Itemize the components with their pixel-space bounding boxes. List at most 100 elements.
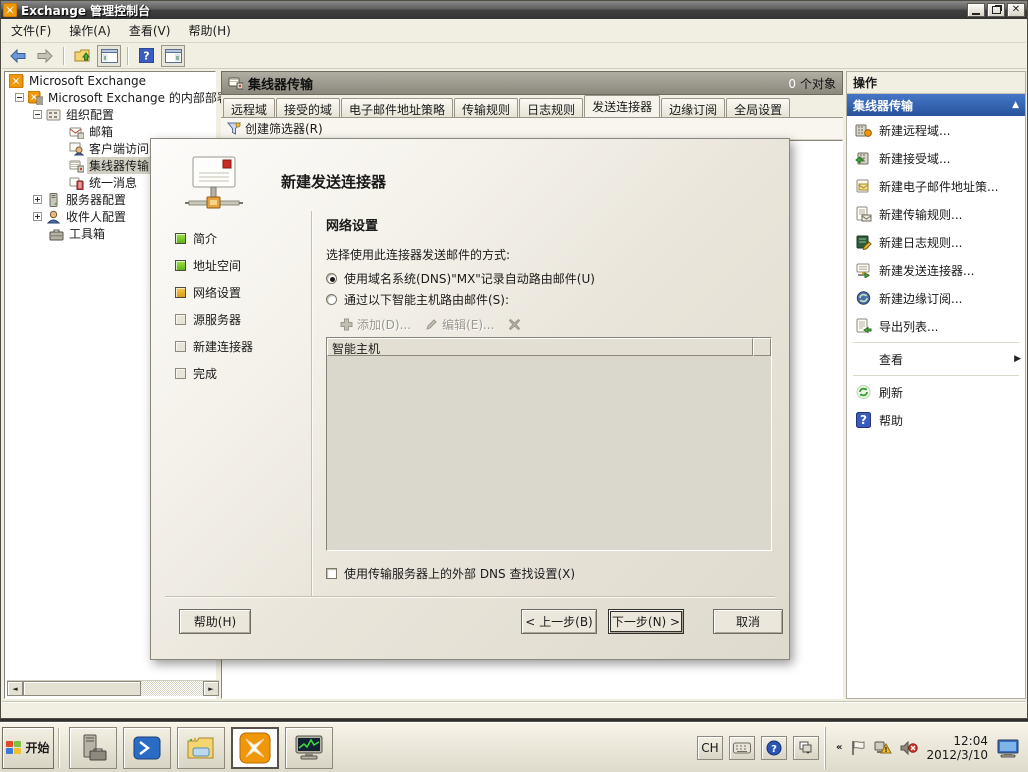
expand-icon[interactable]	[33, 195, 42, 204]
tab-email-address-policies[interactable]: 电子邮件地址策略	[341, 98, 453, 117]
step-current-icon	[175, 287, 186, 298]
show-action-pane-button[interactable]	[161, 45, 185, 67]
action-new-transport-rule[interactable]: 新建传输规则...	[847, 200, 1025, 228]
system-tray: CH ? «	[697, 727, 1026, 769]
filter-bar: 创建筛选器(R)	[221, 118, 843, 140]
menu-view[interactable]: 查看(V)	[120, 19, 180, 42]
menu-help[interactable]: 帮助(H)	[179, 19, 239, 42]
server-config-icon	[46, 193, 61, 207]
close-button[interactable]	[1007, 3, 1025, 17]
action-new-email-address-policy[interactable]: 新建电子邮件地址策...	[847, 172, 1025, 200]
language-indicator[interactable]: CH	[697, 736, 723, 760]
back-button[interactable]	[6, 45, 30, 67]
radio-unselected-icon[interactable]	[326, 294, 337, 305]
action-help[interactable]: ? 帮助	[847, 406, 1025, 434]
menu-file[interactable]: 文件(F)	[2, 19, 60, 42]
action-new-edge-subscription[interactable]: 新建边缘订阅...	[847, 284, 1025, 312]
radio-route-smart-hosts[interactable]: 通过以下智能主机路由邮件(S):	[326, 289, 772, 310]
window-title: Exchange 管理控制台	[21, 2, 150, 19]
add-smart-host-button[interactable]: 添加(D)...	[340, 316, 411, 333]
filter-funnel-icon	[227, 122, 241, 135]
new-edge-subscription-icon	[855, 290, 872, 306]
start-button[interactable]: 开始	[2, 727, 54, 769]
notification-area: « ! 12:04 2012/3/10	[825, 727, 1026, 769]
wizard-back-button[interactable]: < 上一步(B)	[521, 609, 597, 634]
scroll-right-icon[interactable]: ►	[203, 681, 219, 696]
forward-button[interactable]	[33, 45, 57, 67]
help-icon: ?	[139, 48, 154, 63]
tab-transport-rules[interactable]: 传输规则	[454, 98, 518, 117]
tab-journal-rules[interactable]: 日志规则	[519, 98, 583, 117]
taskbar-exchange-button[interactable]	[231, 727, 279, 769]
collapse-icon[interactable]	[15, 93, 24, 102]
taskbar-performance-monitor-button[interactable]	[285, 727, 333, 769]
actions-section-header[interactable]: 集线器传输 ▲	[847, 94, 1025, 116]
wizard-cancel-button[interactable]: 取消	[713, 609, 783, 634]
smart-host-list[interactable]: 智能主机	[326, 337, 772, 551]
wizard-divider	[311, 211, 312, 596]
radio-use-dns-mx[interactable]: 使用域名系统(DNS)"MX"记录自动路由邮件(U)	[326, 268, 772, 289]
edit-smart-host-button[interactable]: 编辑(E)...	[425, 316, 494, 333]
show-hidden-icons-chevron[interactable]: «	[836, 742, 842, 753]
tab-global-settings[interactable]: 全局设置	[726, 98, 790, 117]
action-view[interactable]: 查看 ▶	[847, 345, 1025, 373]
volume-muted-icon[interactable]	[900, 740, 918, 756]
tab-send-connectors[interactable]: 发送连接器	[584, 95, 660, 117]
menu-action[interactable]: 操作(A)	[60, 19, 120, 42]
create-filter-button[interactable]: 创建筛选器(R)	[245, 120, 323, 137]
restore-button[interactable]	[987, 3, 1005, 17]
action-new-journal-rule[interactable]: 新建日志规则...	[847, 228, 1025, 256]
actions-pane: 操作 集线器传输 ▲ 新建远程域... 新建接受域...	[846, 71, 1026, 699]
tab-edge-subscriptions[interactable]: 边缘订阅	[661, 98, 725, 117]
radio-selected-icon[interactable]	[326, 273, 337, 284]
tab-accepted-domains[interactable]: 接受的域	[276, 98, 340, 117]
collapse-section-icon[interactable]: ▲	[1012, 100, 1019, 110]
action-export-list[interactable]: 导出列表...	[847, 312, 1025, 340]
svg-text:?: ?	[143, 50, 149, 63]
step-source-server: 源服务器	[175, 306, 309, 333]
step-pending-icon	[175, 341, 186, 352]
delete-smart-host-button[interactable]	[508, 318, 521, 331]
language-bar-help-button[interactable]: ?	[761, 736, 787, 760]
minimize-button[interactable]	[967, 3, 985, 17]
collapse-icon[interactable]	[33, 110, 42, 119]
tree-item-microsoft-exchange[interactable]: Microsoft Exchange	[5, 72, 215, 89]
new-send-connector-icon	[855, 262, 872, 278]
tab-remote-domains[interactable]: 远程域	[223, 98, 275, 117]
keyboard-icon	[733, 742, 751, 754]
tree-horizontal-scrollbar[interactable]: ◄ ►	[7, 680, 219, 696]
wizard-steps: 简介 地址空间 网络设置 源服务器 新建连接器 完成	[175, 225, 309, 387]
taskbar-clock[interactable]: 12:04 2012/3/10	[926, 734, 988, 762]
wizard-help-button[interactable]: 帮助(H)	[179, 609, 251, 634]
action-new-send-connector[interactable]: 新建发送连接器...	[847, 256, 1025, 284]
network-warning-icon[interactable]: !	[874, 740, 892, 756]
taskbar-explorer-button[interactable]	[177, 727, 225, 769]
scrollbar-thumb[interactable]	[23, 681, 141, 696]
tree-item-organization-config[interactable]: 组织配置	[5, 106, 215, 123]
smart-host-column-header[interactable]: 智能主机	[327, 338, 753, 356]
forward-arrow-icon	[36, 49, 54, 63]
folder-icon	[186, 735, 216, 761]
show-desktop-icon[interactable]	[996, 738, 1020, 758]
wizard-next-button[interactable]: 下一步(N) >	[608, 609, 684, 634]
show-console-tree-button[interactable]	[97, 45, 121, 67]
scroll-left-icon[interactable]: ◄	[7, 681, 23, 696]
keyboard-layout-button[interactable]	[729, 736, 755, 760]
checkbox-unchecked-icon[interactable]	[326, 568, 337, 579]
toolbar: ?	[2, 43, 1026, 69]
taskbar-powershell-button[interactable]	[123, 727, 171, 769]
tree-item-on-premises[interactable]: Microsoft Exchange 的内部部署	[5, 89, 215, 106]
external-dns-option[interactable]: 使用传输服务器上的外部 DNS 查找设置(X)	[326, 565, 772, 582]
action-new-remote-domain[interactable]: 新建远程域...	[847, 116, 1025, 144]
toolbar-help-button[interactable]: ?	[134, 45, 158, 67]
view-spacer-icon	[855, 351, 872, 367]
action-new-accepted-domain[interactable]: 新建接受域...	[847, 144, 1025, 172]
action-center-flag-icon[interactable]	[850, 740, 866, 756]
expand-icon[interactable]	[33, 212, 42, 221]
scrollbar-track[interactable]	[141, 681, 203, 696]
taskbar-server-manager-button[interactable]	[69, 727, 117, 769]
toolbox-icon	[49, 227, 64, 241]
language-bar-options-button[interactable]	[793, 736, 819, 760]
action-refresh[interactable]: 刷新	[847, 378, 1025, 406]
export-folder-button[interactable]	[70, 45, 94, 67]
